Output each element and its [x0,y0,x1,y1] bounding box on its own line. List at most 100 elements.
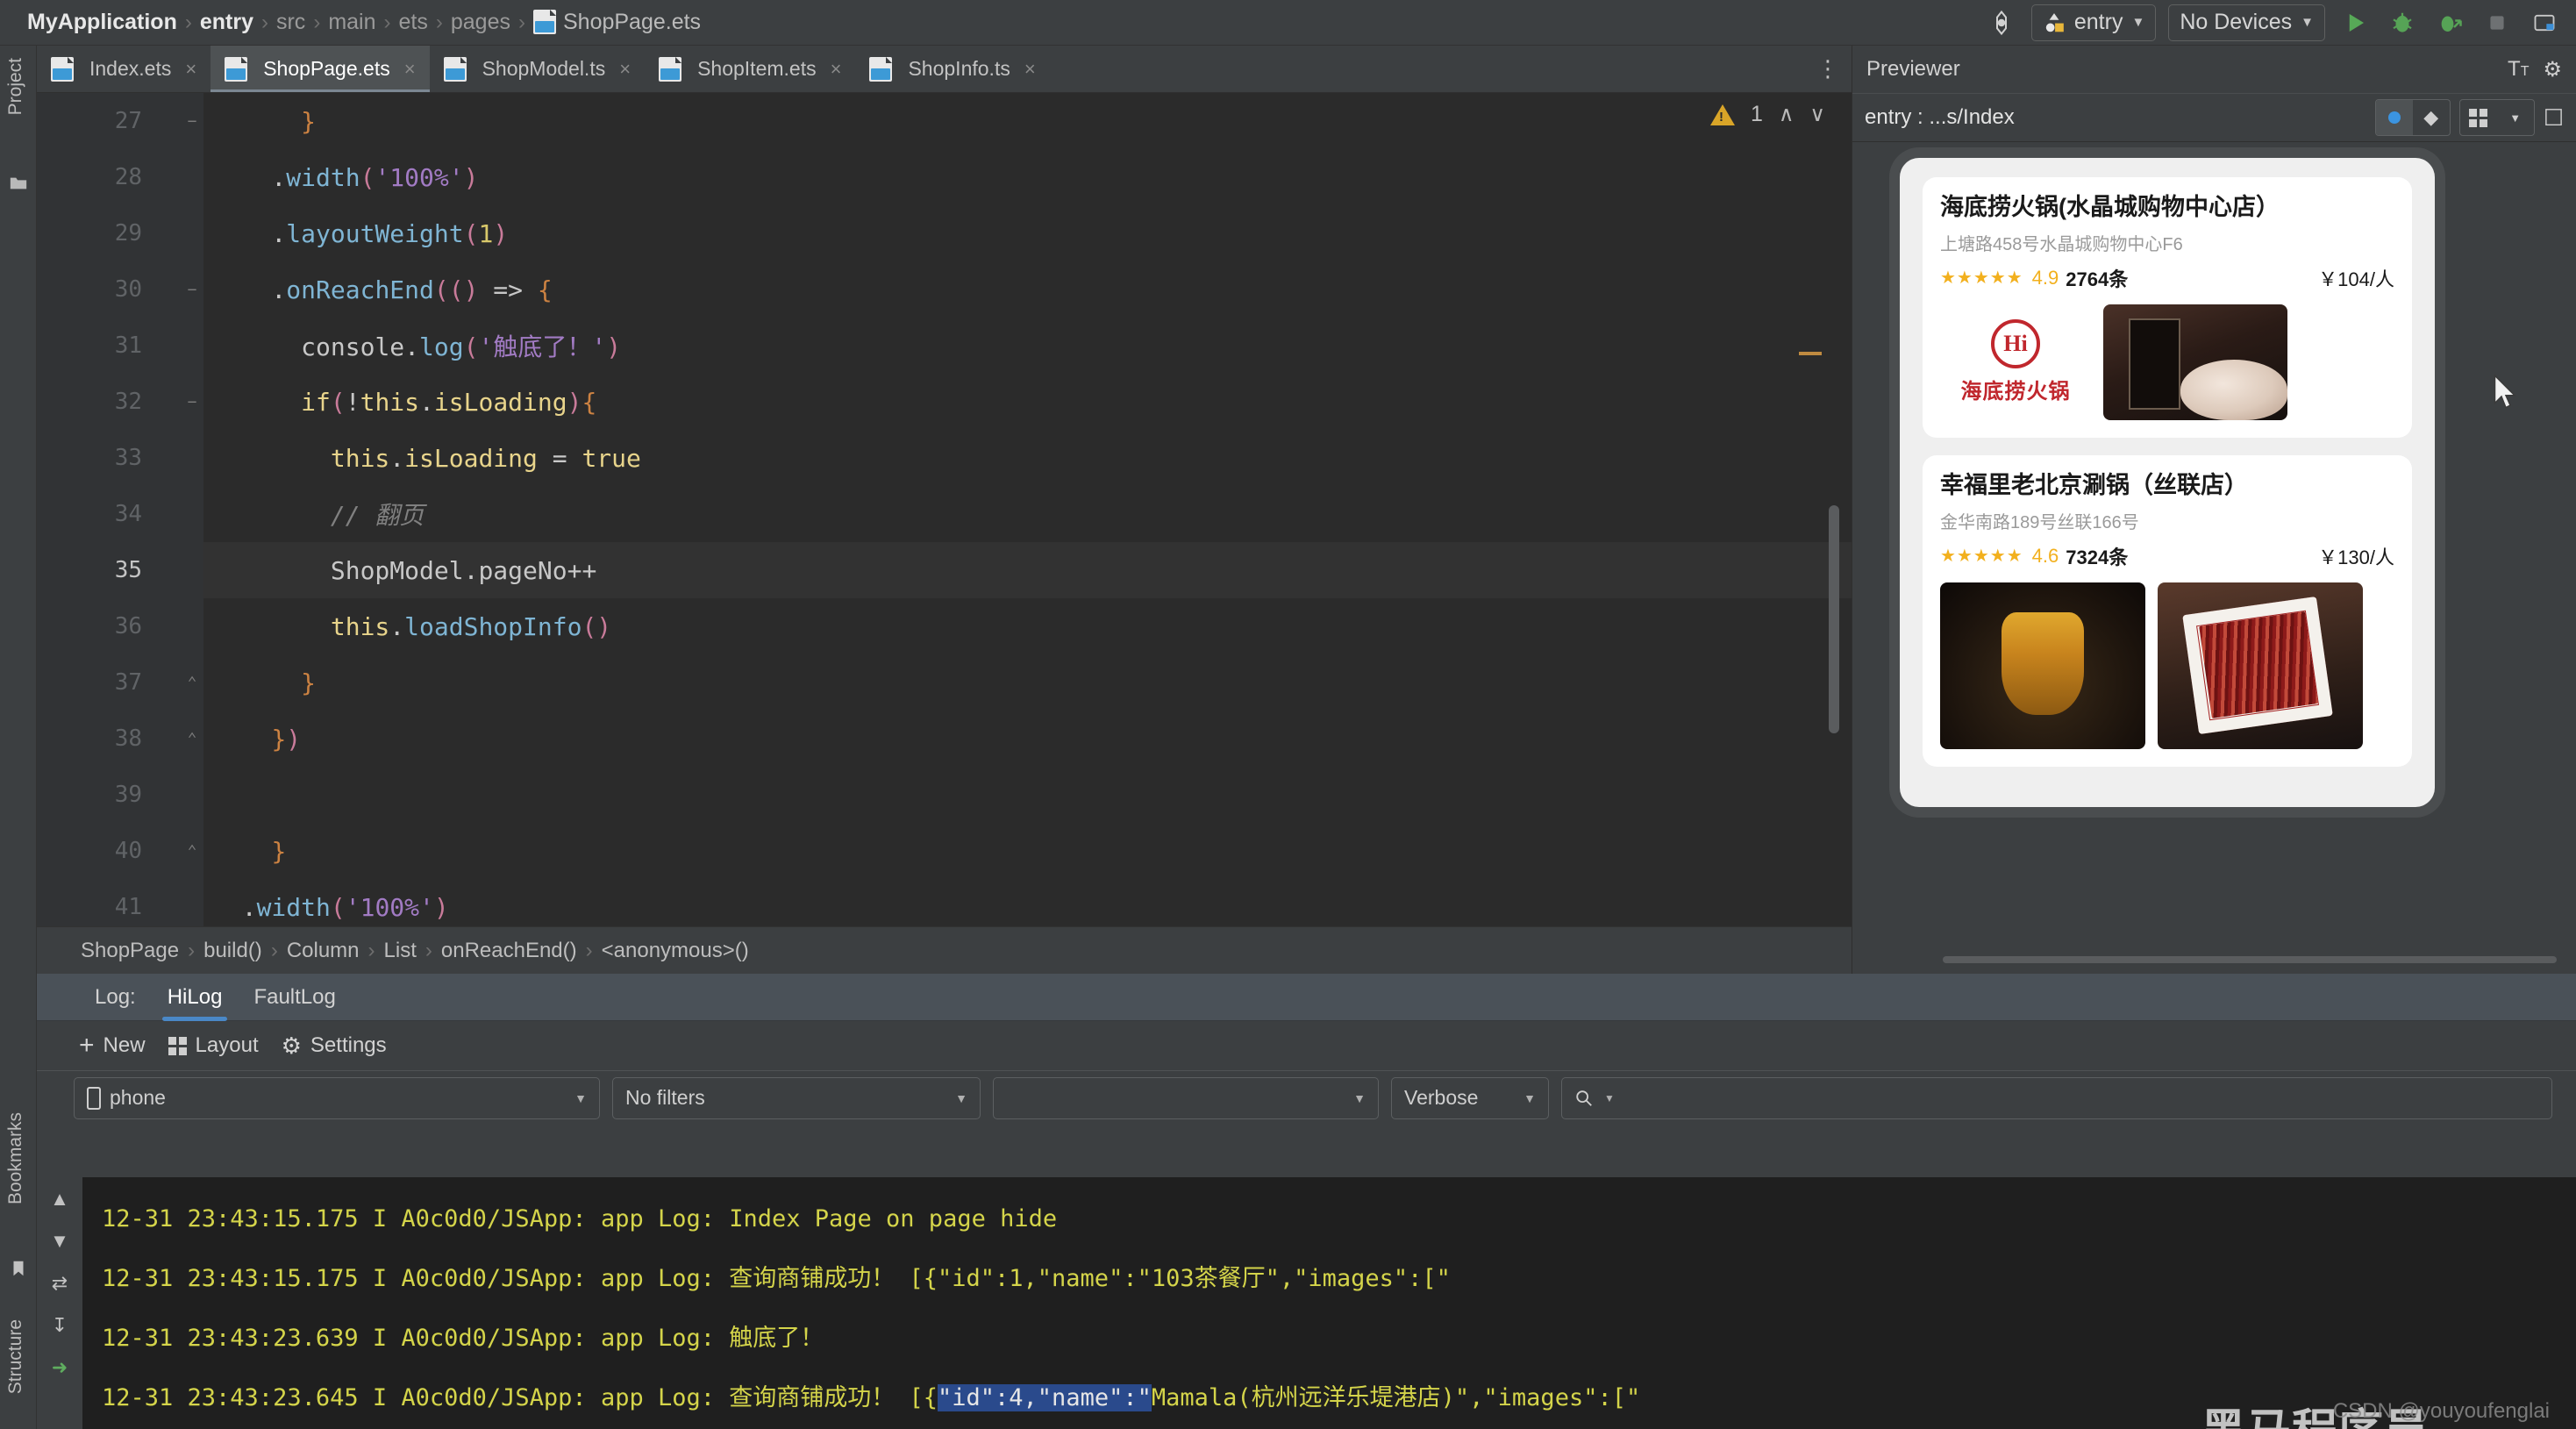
previewer-header: Previewer TT ⚙ [1852,46,2576,93]
layers-icon[interactable]: ◆ [2413,100,2450,135]
close-icon[interactable]: × [619,58,631,81]
frame-icon[interactable]: ☐ [2544,104,2564,132]
target-icon[interactable] [1984,5,2019,40]
close-icon[interactable]: × [1024,58,1036,81]
settings-button[interactable]: ⚙ Settings [282,1032,387,1060]
code-line[interactable]: 35 ShopModel.pageNo++ [115,542,1852,598]
code-line[interactable]: 28 .width('100%') [115,149,1852,205]
preview-viewport[interactable]: 海底捞火锅(水晶城购物中心店） 上塘路458号水晶城购物中心F6 ★★★★★ 4… [1923,177,2412,790]
code-line[interactable]: 31 console.log('触底了！') [115,318,1852,374]
breadcrumb-main[interactable]: main [320,10,383,35]
editor-scrollbar[interactable] [1829,505,1839,733]
close-icon[interactable]: × [831,58,842,81]
filter-dropdown[interactable]: No filters ▼ [612,1076,981,1119]
shop-card[interactable]: 海底捞火锅(水晶城购物中心店） 上塘路458号水晶城购物中心F6 ★★★★★ 4… [1923,177,2412,438]
error-stripe-marker[interactable] [1799,352,1822,355]
log-search-input[interactable]: ▼ [1561,1076,2552,1119]
inspector-toggle-group[interactable]: ◆ [2374,99,2451,136]
stop-icon[interactable] [2480,5,2515,40]
inspector-icon[interactable] [2375,100,2413,135]
layout-button[interactable]: Layout [168,1033,259,1058]
line-number: 39 [114,782,142,808]
breadcrumb-src[interactable]: src [268,10,313,35]
log-line[interactable]: 12-31 23:43:23.639 I A0c0d0/JSApp: app L… [102,1309,2576,1368]
level-dropdown[interactable]: Verbose ▼ [1391,1076,1549,1119]
code-fold-icon[interactable]: − [182,281,202,299]
code-line[interactable]: 37 ⌃ } [115,654,1852,711]
editor-code-area[interactable]: 27− } 28 .width('100%') 29 .layoutWeight(1… [115,93,1852,926]
breadcrumb-pages[interactable]: pages [443,10,518,35]
code-line[interactable]: 32 − if(!this.isLoading){ [115,374,1852,430]
editor-breadcrumb: ShopPage › build() › Column › List › onReachEnd(… [37,926,1852,974]
code-fold-icon[interactable]: ⌃ [182,674,202,692]
debug-icon[interactable] [2385,5,2420,40]
code-fold-icon[interactable]: − [182,112,202,131]
log-line[interactable]: 12-31 23:43:15.175 I A0c0d0/JSApp: app L… [102,1249,2576,1309]
breadcrumb-ets[interactable]: ets [391,10,436,35]
line-number: 41 [114,894,142,920]
editor-breadcrumb-item[interactable]: onReachEnd() [432,939,586,963]
sidebar-item-structure[interactable]: Structure [5,1319,26,1394]
close-icon[interactable]: × [185,58,196,81]
editor-tab[interactable]: TS ShopInfo.ts × [855,46,1049,92]
device-dropdown[interactable]: phone ▼ [74,1076,600,1119]
editor-tab[interactable]: TS ShopModel.ts × [430,46,646,92]
code-line[interactable]: 38 ⌃ }) [115,711,1852,767]
editor-tab[interactable]: ETS Index.ets × [37,46,211,92]
log-tab-bar: Log: HiLog FaultLog [37,974,2576,1021]
editor-breadcrumb-item[interactable]: Column [278,939,368,963]
code-fold-icon[interactable]: ⌃ [182,842,202,861]
tab-faultlog[interactable]: FaultLog [238,974,351,1021]
editor-breadcrumb-item[interactable]: build() [195,939,271,963]
sidebar-item-bookmarks[interactable]: Bookmarks [5,1112,26,1204]
close-icon[interactable]: × [404,58,416,81]
code-line[interactable]: 36 this.loadShopInfo() [115,598,1852,654]
editor-breadcrumb-item[interactable]: <anonymous>() [593,939,758,963]
code-line[interactable]: 40 ⌃ } [115,823,1852,879]
code-line[interactable]: 33 this.isLoading = true [115,430,1852,486]
code-line[interactable]: 34 // 翻页 [115,486,1852,542]
breadcrumb-file[interactable]: ETS ShopPage.ets [525,10,709,35]
device-selector[interactable]: No Devices ▼ [2168,4,2325,41]
editor-breadcrumb-item[interactable]: ShopPage [72,939,188,963]
attach-debugger-icon[interactable] [2432,5,2467,40]
scroll-to-end-icon[interactable]: ↧ [52,1314,68,1337]
more-icon[interactable] [2527,5,2562,40]
tab-overflow-icon[interactable]: ⋮ [1804,46,1852,92]
scroll-down-icon[interactable]: ▼ [50,1230,69,1253]
sidebar-item-project[interactable]: Project [5,58,26,115]
code-line[interactable]: 27 − } [115,93,1852,149]
tab-hilog[interactable]: HiLog [152,974,239,1021]
code-fold-icon[interactable]: − [182,393,202,411]
font-size-icon[interactable]: TT [2508,57,2529,82]
code-editor[interactable]: 27− } 28 .width('100%') 29 .layoutWeight(1… [37,93,1852,926]
previewer-horizontal-scrollbar[interactable] [1943,956,2557,963]
run-icon[interactable] [2337,5,2373,40]
shop-card[interactable]: 幸福里老北京涮锅（丝联店） 金华南路189号丝联166号 ★★★★★ 4.6 7… [1923,454,2412,767]
soft-wrap-icon[interactable]: ⇄ [52,1272,68,1295]
breadcrumb-project[interactable]: MyApplication [19,10,185,35]
previous-problem-icon[interactable]: ∧ [1779,102,1795,127]
code-line[interactable]: 41 .width('100%') [115,879,1852,926]
code-line[interactable]: 39 [115,767,1852,823]
code-line[interactable]: 30 − .onReachEnd(() => { [115,261,1852,318]
new-button[interactable]: + New [79,1032,146,1059]
previewer-canvas[interactable]: 海底捞火锅(水晶城购物中心店） 上塘路458号水晶城购物中心F6 ★★★★★ 4… [1852,142,2576,905]
log-lines[interactable]: 12-31 23:43:15.175 I A0c0d0/JSApp: app L… [82,1177,2576,1429]
editor-tab[interactable]: ETS ShopPage.ets × [211,46,430,92]
restart-icon[interactable]: ➜ [52,1356,68,1379]
module-selector[interactable]: entry ▼ [2030,4,2157,41]
breadcrumb-entry[interactable]: entry [192,10,261,35]
editor-tab[interactable]: ETS ShopItem.ets × [645,46,855,92]
search-options-icon[interactable]: ▼ [1604,1092,1615,1104]
editor-breadcrumb-item[interactable]: List [375,939,425,963]
log-line[interactable]: 12-31 23:43:15.175 I A0c0d0/JSApp: app L… [102,1190,2576,1249]
code-fold-icon[interactable]: ⌃ [182,730,202,748]
settings-icon[interactable]: ⚙ [2543,57,2562,82]
process-dropdown[interactable]: ▼ [993,1076,1379,1119]
scroll-up-icon[interactable]: ▲ [50,1188,69,1211]
layout-selector-icon[interactable]: ▼ [2458,99,2535,136]
log-output[interactable]: ▲ ▼ ⇄ ↧ ➜ 12-31 23:43:15.175 I A0c0d0/JS… [37,1177,2576,1429]
next-problem-icon[interactable]: ∨ [1809,102,1825,127]
code-line[interactable]: 29 .layoutWeight(1) [115,205,1852,261]
